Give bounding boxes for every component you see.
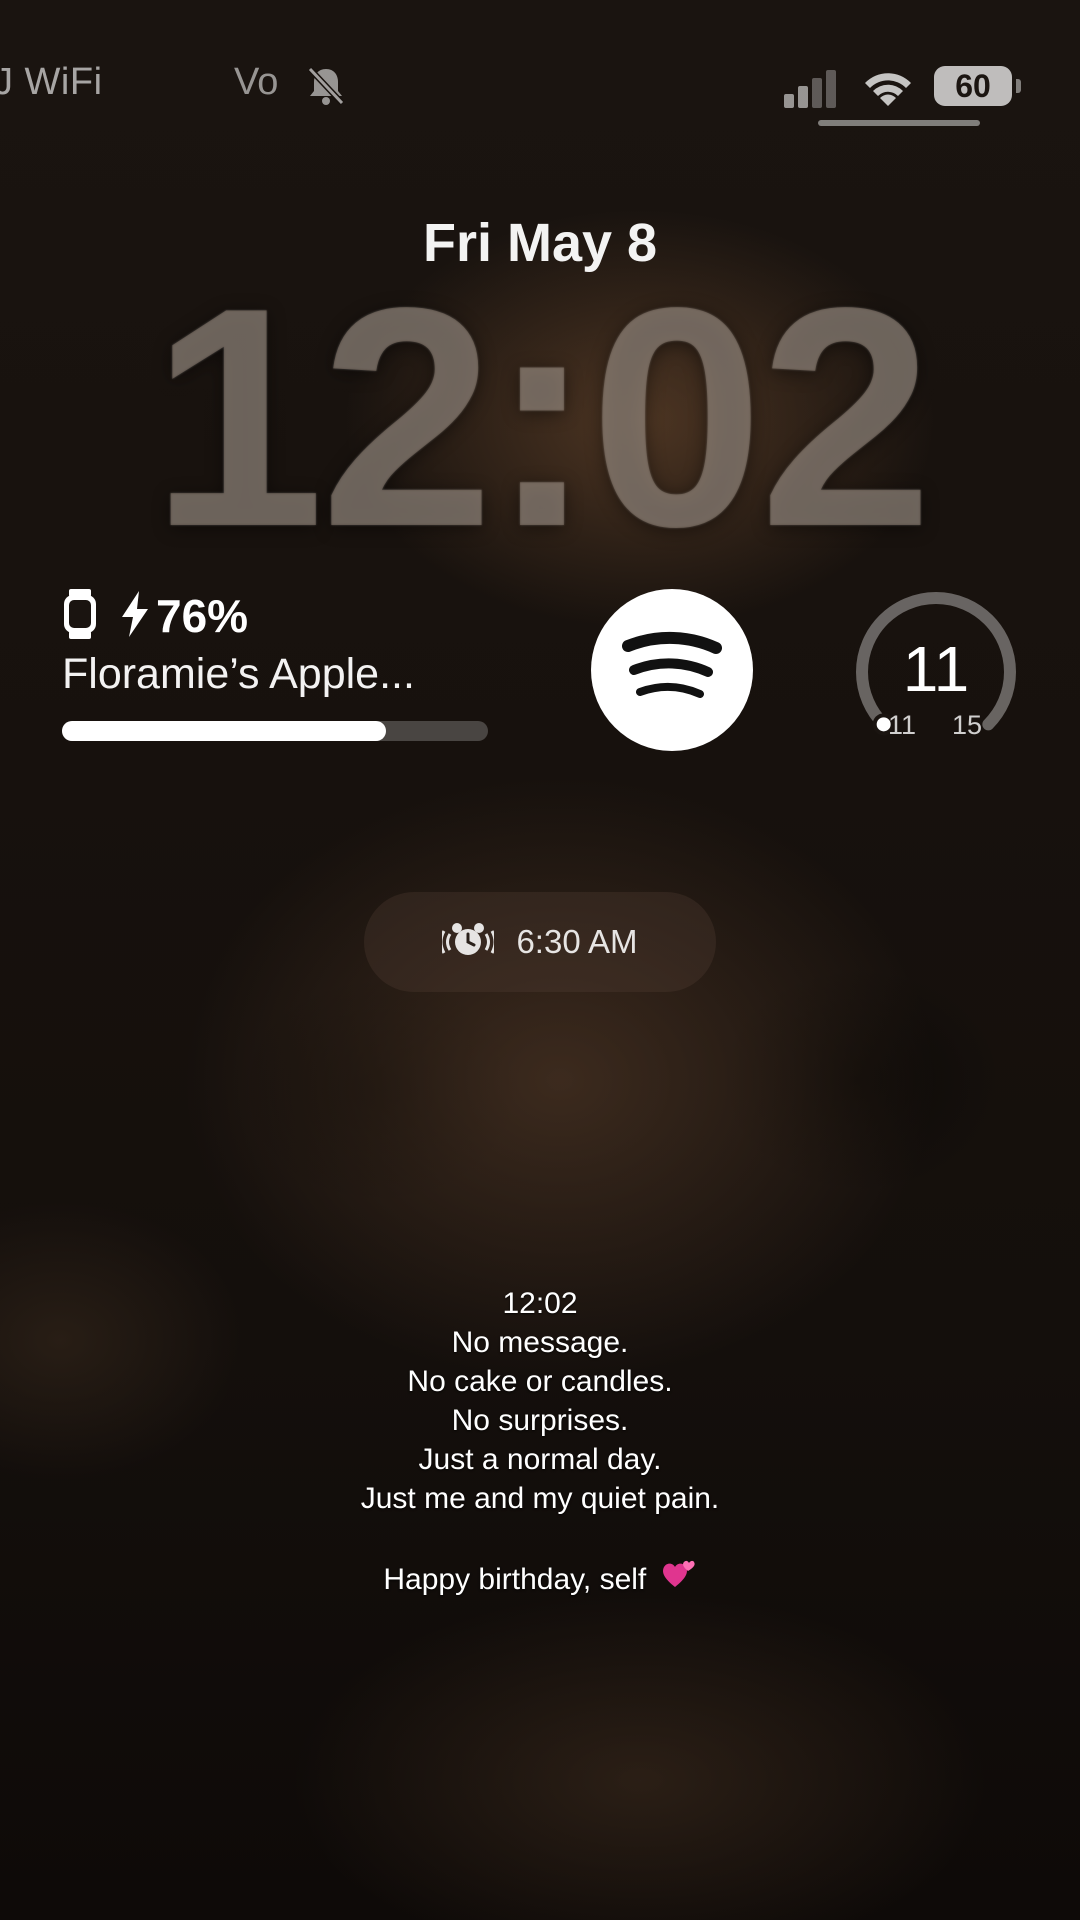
watch-battery-percent: 76%: [156, 590, 249, 642]
carrier-label: J WiFi: [0, 60, 103, 103]
spotify-icon: [622, 628, 722, 713]
watch-battery-widget[interactable]: 76% Floramie’s Apple...: [62, 588, 492, 741]
caption-line: No message.: [451, 1326, 629, 1359]
caption-line: Just a normal day.: [418, 1443, 662, 1476]
apple-watch-icon: [62, 588, 98, 644]
battery-percent: 60: [955, 67, 991, 104]
notification-handle[interactable]: [818, 120, 980, 126]
battery-indicator: 60: [934, 56, 1021, 116]
alarm-clock-icon: [439, 920, 497, 965]
caption-closing-text: Happy birthday, self: [383, 1563, 647, 1596]
cellular-signal-icon: [784, 58, 844, 118]
alarm-pill[interactable]: 6:30 AM: [364, 892, 716, 992]
two-hearts-icon: [661, 1557, 697, 1601]
gauge-max-label: 15: [952, 710, 983, 740]
wifi-icon: [862, 58, 914, 118]
watch-battery-fill: [62, 721, 386, 741]
caption-line: Just me and my quiet pain.: [360, 1482, 720, 1515]
caption-overlay: 12:02 No message. No cake or candles. No…: [0, 1284, 1080, 1601]
spotify-widget[interactable]: [591, 589, 753, 751]
caption-line: No surprises.: [451, 1404, 629, 1437]
caption-line: No cake or candles.: [407, 1365, 673, 1398]
caption-closing-line: Happy birthday, self: [0, 1557, 1080, 1601]
gauge-value: 11: [902, 633, 970, 705]
caption-line: 12:02: [502, 1287, 578, 1320]
gauge-min-label: 11: [888, 710, 917, 740]
watch-device-name: Floramie’s Apple...: [62, 650, 415, 698]
lock-time: 12:02: [151, 244, 933, 592]
bell-slash-icon: [304, 56, 348, 116]
watch-battery-bar: [62, 721, 488, 741]
alarm-time: 6:30 AM: [516, 923, 638, 960]
network-label: Vo: [234, 60, 279, 103]
bolt-icon: [120, 590, 150, 642]
gauge-widget[interactable]: 11 11 15: [850, 586, 1022, 758]
